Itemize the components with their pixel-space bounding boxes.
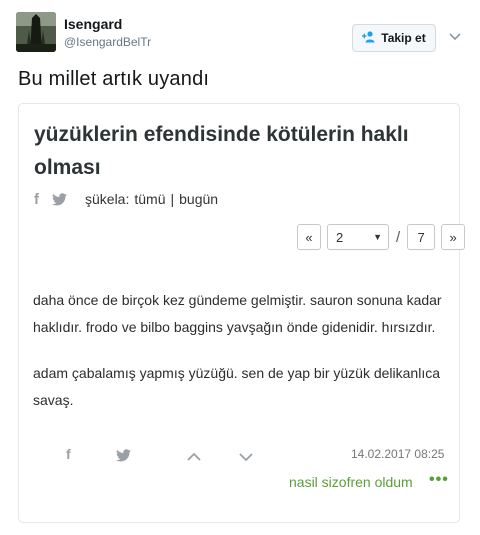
tweet: Isengard @IsengardBelTr Takip et Bu mill… [0, 0, 480, 535]
filter-today-link[interactable]: bugün [179, 191, 218, 207]
tweet-text: Bu millet artık uyandı [18, 68, 210, 90]
chevron-down-icon[interactable] [239, 449, 253, 462]
entry-author[interactable]: nasil sizofren oldum [289, 474, 413, 490]
user-handle[interactable]: @IsengardBelTr [64, 35, 151, 49]
twitter-icon[interactable] [52, 192, 67, 206]
sort-filter: şükela: tümü | bugün [85, 191, 218, 207]
pager: « 2 ▼ / 7 » [297, 224, 466, 250]
chevron-down-icon[interactable] [448, 29, 462, 43]
entry-paragraph: adam çabalamış yapmış yüzüğü. sen de yap… [33, 365, 440, 408]
share-row: f şükela: tümü | bugün [34, 190, 218, 208]
facebook-icon[interactable]: f [34, 191, 44, 208]
follow-label: Takip et [381, 31, 426, 45]
avatar[interactable] [16, 12, 56, 52]
entry-title[interactable]: yüzüklerin efendisinde kötülerin haklı o… [34, 118, 454, 184]
entry-content: daha önce de birçok kez gündeme gelmişti… [33, 287, 453, 433]
user-name[interactable]: Isengard [64, 16, 122, 32]
filter-all-link[interactable]: tümü [134, 191, 165, 207]
entry-footer: f 14.02.2017 08:25 [19, 444, 459, 468]
page-slash: / [396, 228, 401, 246]
more-dots-icon[interactable]: ••• [429, 471, 449, 489]
avatar-image [16, 12, 56, 52]
select-arrow-icon: ▼ [373, 232, 382, 242]
sukela-label: şükela: [85, 191, 130, 207]
chevron-up-icon[interactable] [187, 449, 201, 461]
entry-paragraph: daha önce de birçok kez gündeme gelmişti… [33, 292, 442, 335]
prev-page-button[interactable]: « [297, 224, 321, 250]
add-user-icon [362, 31, 376, 45]
page-select[interactable]: 2 ▼ [327, 224, 389, 250]
next-page-button[interactable]: » [441, 224, 466, 250]
follow-button[interactable]: Takip et [352, 24, 436, 52]
twitter-icon[interactable] [116, 449, 131, 462]
entry-date[interactable]: 14.02.2017 08:25 [351, 447, 444, 461]
embedded-entry-card[interactable]: yüzüklerin efendisinde kötülerin haklı o… [18, 103, 466, 523]
filter-separator: | [170, 191, 175, 207]
current-page: 2 [336, 229, 344, 245]
last-page-button[interactable]: 7 [407, 224, 436, 250]
facebook-icon[interactable]: f [66, 446, 71, 462]
